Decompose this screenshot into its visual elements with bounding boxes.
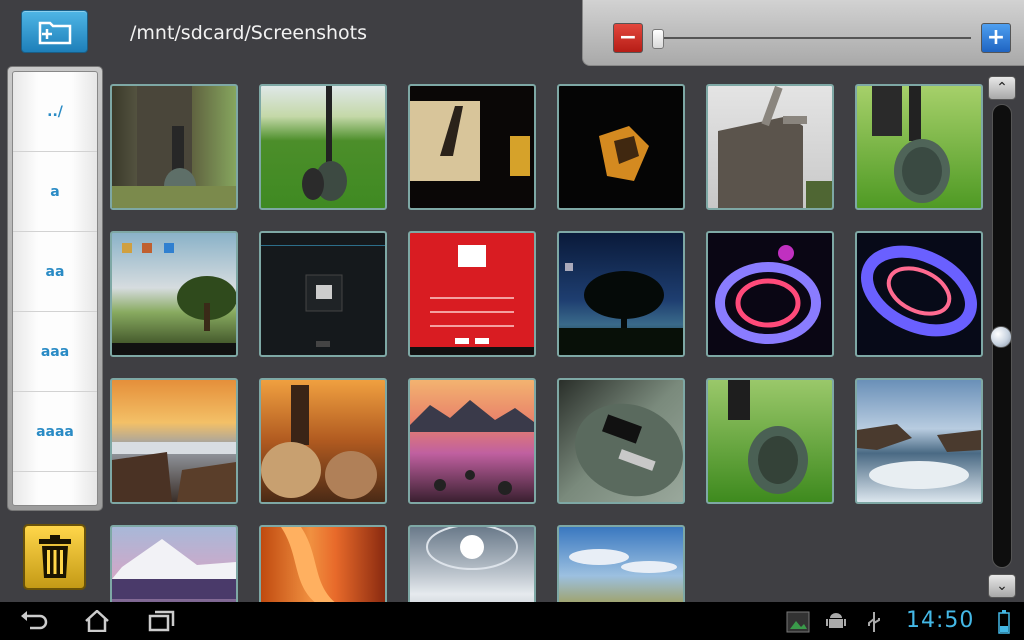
current-path: /mnt/sdcard/Screenshots: [130, 22, 368, 44]
battery-icon: [998, 610, 1010, 634]
thumbnail-tree-guitar[interactable]: [110, 84, 238, 210]
zoom-panel: − +: [582, 0, 1024, 66]
zoom-slider-track[interactable]: [655, 37, 971, 39]
folder-item-parent[interactable]: ../: [13, 72, 97, 152]
folder-item-aaaa[interactable]: aaaa: [13, 392, 97, 472]
scroll-thumb[interactable]: [990, 326, 1012, 348]
new-folder-button[interactable]: [21, 10, 88, 53]
thumbnail-dark-hand[interactable]: [408, 84, 536, 210]
delete-button[interactable]: [23, 524, 86, 590]
scroll-up-button[interactable]: ⌃: [988, 76, 1016, 100]
chevron-up-icon: ⌃: [996, 80, 1008, 96]
gallery-notification-icon[interactable]: [786, 611, 810, 633]
thumbnail-ocean-rocks[interactable]: [855, 378, 983, 504]
thumbnail-mountain-reflection[interactable]: [408, 378, 536, 504]
thumbnail-orange-canyon[interactable]: [259, 525, 387, 602]
new-folder-icon: [38, 21, 71, 44]
thumbnail-red-form-screenshot[interactable]: [408, 231, 536, 357]
usb-icon: [868, 612, 880, 632]
scroll-down-button[interactable]: ⌄: [988, 574, 1016, 598]
system-nav-bar: 14:50: [0, 602, 1024, 640]
thumbnail-night-cube[interactable]: [557, 84, 685, 210]
zoom-slider-handle[interactable]: [652, 29, 664, 49]
zoom-in-button[interactable]: +: [981, 23, 1011, 53]
folder-sidebar: ../ a aa aaa aaaa: [7, 66, 103, 511]
folder-list[interactable]: ../ a aa aaa aaaa: [12, 71, 98, 506]
home-icon[interactable]: [82, 610, 112, 632]
thumbnail-light-spinner-figure[interactable]: [706, 231, 834, 357]
trash-icon: [38, 535, 71, 578]
thumbnail-icy-sun[interactable]: [408, 525, 536, 602]
back-icon[interactable]: [18, 610, 48, 632]
folder-item-aa[interactable]: aa: [13, 232, 97, 312]
status-clock: 14:50: [906, 608, 975, 633]
folder-item-a[interactable]: a: [13, 152, 97, 232]
android-debug-icon: [826, 613, 846, 628]
thumbnail-guitar-pickups[interactable]: [557, 378, 685, 504]
thumbnail-cactus-sunset[interactable]: [259, 378, 387, 504]
plus-icon: +: [986, 25, 1006, 50]
chevron-down-icon: ⌄: [996, 578, 1008, 594]
minus-icon: −: [618, 25, 638, 50]
thumbnail-sunset-waterfall[interactable]: [110, 378, 238, 504]
thumbnail-guitar-grass-2[interactable]: [706, 378, 834, 504]
thumbnail-light-spinner-disc[interactable]: [855, 231, 983, 357]
recent-apps-icon[interactable]: [146, 610, 176, 632]
thumbnail-meadow-sky[interactable]: [557, 525, 685, 602]
thumbnail-grass-guitar[interactable]: [259, 84, 387, 210]
thumbnail-dark-dialog-screenshot[interactable]: [259, 231, 387, 357]
thumbnail-tree-night-screenshot[interactable]: [557, 231, 685, 357]
thumbnail-snow-mountain[interactable]: [110, 525, 238, 602]
thumbnail-grid: [110, 84, 984, 602]
folder-item-aaa[interactable]: aaa: [13, 312, 97, 392]
thumbnail-homescreen-screenshot[interactable]: [110, 231, 238, 357]
zoom-out-button[interactable]: −: [613, 23, 643, 53]
thumbnail-guitar-grass-closeup[interactable]: [855, 84, 983, 210]
thumbnail-windmill[interactable]: [706, 84, 834, 210]
